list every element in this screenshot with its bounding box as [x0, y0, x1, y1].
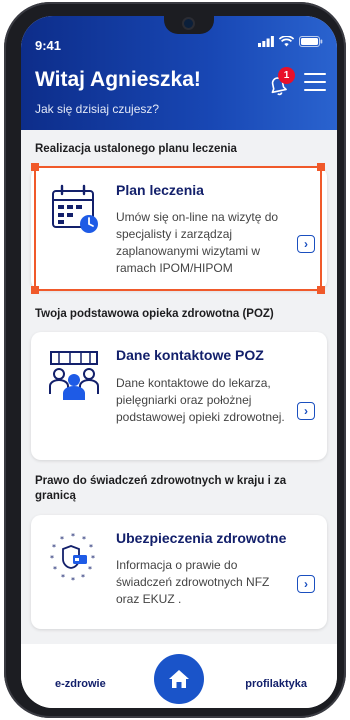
svg-text:*: *: [82, 535, 86, 544]
svg-text:*: *: [61, 573, 65, 582]
card-description-poz-contacts: Dane kontaktowe do lekarza, pielęgniarki…: [116, 376, 285, 424]
chevron-right-icon[interactable]: ›: [297, 402, 315, 420]
svg-text:*: *: [50, 554, 54, 563]
front-camera-icon: [184, 19, 193, 28]
card-description-health-insurance: Informacja o prawie do świadczeń zdrowot…: [116, 558, 270, 606]
home-button[interactable]: [154, 654, 204, 704]
svg-text:*: *: [89, 543, 93, 552]
phone-frame: 9:41 Witaj Agnieszka! Jak się dzisiaj cz…: [4, 2, 346, 718]
eu-insurance-icon: * * * * * * * * * * * *: [50, 532, 95, 585]
svg-text:*: *: [53, 565, 57, 574]
section-title-health-rights: Prawo do świadczeń zdrowotnych w kraju i…: [35, 475, 287, 502]
section-title-treatment-plan: Realizacja ustalonego planu leczenia: [35, 143, 237, 155]
home-icon: [169, 670, 189, 688]
app-screen: 9:41 Witaj Agnieszka! Jak się dzisiaj cz…: [21, 16, 337, 708]
wifi-icon: [279, 36, 294, 47]
selection-highlight: [31, 163, 325, 294]
svg-text:*: *: [60, 535, 64, 544]
section-title-poz: Twoja podstawowa opieka zdrowotna (POZ): [35, 308, 274, 320]
status-time: 9:41: [35, 38, 62, 53]
bottom-navigation: e-zdrowie profilaktyka: [21, 644, 337, 708]
svg-text:*: *: [91, 554, 95, 563]
hamburger-menu-icon[interactable]: [304, 73, 326, 91]
chevron-right-icon[interactable]: ›: [297, 575, 315, 593]
notification-badge: 1: [278, 67, 295, 84]
medical-staff-icon: [49, 351, 99, 400]
svg-text:*: *: [71, 576, 75, 585]
camera-notch: [164, 16, 214, 34]
app-header: 9:41 Witaj Agnieszka! Jak się dzisiaj cz…: [21, 16, 337, 130]
svg-text:*: *: [71, 532, 75, 541]
greeting-title: Witaj Agnieszka!: [35, 68, 201, 91]
signal-icon: [258, 36, 274, 47]
card-title-poz-contacts: Dane kontaktowe POZ: [116, 347, 264, 363]
status-icons: [258, 36, 323, 47]
card-poz-contacts[interactable]: Dane kontaktowe POZ Dane kontaktowe do l…: [31, 332, 327, 460]
svg-text:*: *: [52, 543, 56, 552]
card-title-health-insurance: Ubezpieczenia zdrowotne: [116, 530, 287, 546]
nav-e-zdrowie[interactable]: e-zdrowie: [55, 678, 106, 690]
battery-icon: [299, 36, 323, 47]
nav-profilaktyka[interactable]: profilaktyka: [245, 678, 307, 690]
svg-text:*: *: [81, 573, 85, 582]
greeting-subtitle: Jak się dzisiaj czujesz?: [35, 102, 160, 116]
card-health-insurance[interactable]: * * * * * * * * * * * * Ubezpieczenia zd…: [31, 515, 327, 629]
svg-text:*: *: [88, 565, 92, 574]
